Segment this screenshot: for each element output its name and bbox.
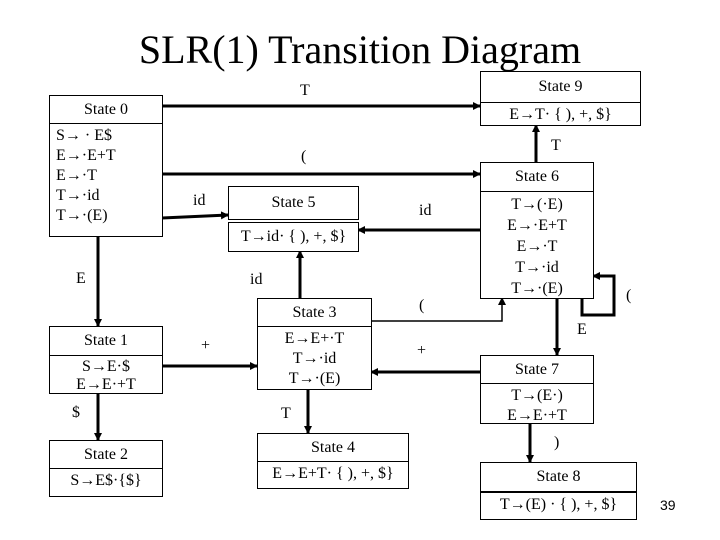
edge-label-s6-s9: T xyxy=(551,137,561,154)
state-item: T→·(E) xyxy=(288,370,341,387)
state-8: State 8 T→(E) · { ), +, $} xyxy=(480,462,637,520)
state-item: T→·id xyxy=(292,350,337,367)
state-4-header: State 4 xyxy=(258,434,408,462)
state-item: S→ · E$ xyxy=(56,127,112,144)
state-6-header: State 6 xyxy=(481,163,593,192)
state-item: E→T· { ), +, $} xyxy=(509,106,612,123)
state-5-items: T→id· { ), +, $} xyxy=(228,222,359,252)
state-3: State 3 E→E+·T T→·id T→·(E) xyxy=(257,298,372,390)
state-item: T→·id xyxy=(56,187,100,204)
state-0-header: State 0 xyxy=(50,96,162,124)
state-item: E→E·+T xyxy=(507,407,567,424)
edge-label-s0-s5: id xyxy=(193,192,206,209)
state-1-header: State 1 xyxy=(50,327,162,356)
state-item: T→·(E) xyxy=(511,280,563,297)
state-2: State 2 S→E$·{$} xyxy=(49,440,163,497)
edge-label-s3-s6: ( xyxy=(419,297,425,314)
state-0: State 0 S→ · E$ E→·E+T E→·T T→·id T→·(E) xyxy=(49,95,163,237)
page-number: 39 xyxy=(660,497,676,513)
edge-label-s0-s1: E xyxy=(76,270,86,287)
edge-label-s7-s8: ) xyxy=(554,434,560,451)
edge-label-s6-self: ( xyxy=(626,287,632,304)
state-item: E→·T xyxy=(516,238,558,255)
edge-s0-s5 xyxy=(161,211,229,220)
state-item: E→·E+T xyxy=(56,147,116,164)
state-8-header: State 8 xyxy=(481,463,636,493)
state-1-items: S→E·$ E→E·+T xyxy=(50,356,162,394)
edge-label-s6-s5: id xyxy=(419,202,432,219)
state-item: E→E+T· { ), +, $} xyxy=(272,465,394,482)
state-4-items: E→E+T· { ), +, $} xyxy=(258,462,408,484)
edge-s3-s6 xyxy=(371,297,506,322)
state-item: E→E·+T xyxy=(76,376,136,393)
edge-label-s0-s9: T xyxy=(300,82,310,99)
state-1: State 1 S→E·$ E→E·+T xyxy=(49,326,163,394)
state-item: E→E+·T xyxy=(284,330,345,347)
state-7-items: T→(E·) E→E·+T xyxy=(481,384,593,426)
state-item: T→id· { ), +, $} xyxy=(240,228,347,245)
state-4: State 4 E→E+T· { ), +, $} xyxy=(257,433,409,489)
edge-label-s6-s7: E xyxy=(577,321,587,338)
state-8-items: T→(E) · { ), +, $} xyxy=(481,493,636,515)
state-0-items: S→ · E$ E→·E+T E→·T T→·id T→·(E) xyxy=(50,124,162,226)
state-3-header: State 3 xyxy=(258,299,371,327)
edge-label-s1-s3: + xyxy=(201,337,211,354)
state-item: T→·(E) xyxy=(56,207,108,224)
state-7: State 7 T→(E·) E→E·+T xyxy=(480,355,594,424)
state-9-header: State 9 xyxy=(481,72,640,103)
edge-label-s1-s2: $ xyxy=(72,404,80,421)
state-item: T→(·E) xyxy=(511,196,563,213)
state-7-header: State 7 xyxy=(481,356,593,384)
state-item: E→·E+T xyxy=(507,217,567,234)
state-5-header: State 5 xyxy=(228,186,359,220)
state-5-title: State 5 xyxy=(271,194,316,211)
state-item: S→E·$ xyxy=(82,358,130,375)
state-item: E→·T xyxy=(56,167,97,184)
state-item: S→E$·{$} xyxy=(70,472,142,489)
state-2-header: State 2 xyxy=(50,441,162,469)
state-item: T→(E) · { ), +, $} xyxy=(499,496,618,513)
state-6: State 6 T→(·E) E→·E+T E→·T T→·id T→·(E) xyxy=(480,162,594,299)
state-item: T→·id xyxy=(515,259,559,276)
state-9-items: E→T· { ), +, $} xyxy=(481,103,640,125)
edge-label-s7-s3: + xyxy=(417,342,427,359)
page-title: SLR(1) Transition Diagram xyxy=(138,27,582,72)
edge-label-s3-s5: id xyxy=(250,271,263,288)
state-item: T→(E·) xyxy=(511,387,563,404)
state-9: State 9 E→T· { ), +, $} xyxy=(480,71,641,126)
state-3-items: E→E+·T T→·id T→·(E) xyxy=(258,327,371,389)
edge-label-s3-s4: T xyxy=(281,405,291,422)
state-2-items: S→E$·{$} xyxy=(50,469,162,491)
edge-label-s0-s6: ( xyxy=(301,148,307,165)
state-6-items: T→(·E) E→·E+T E→·T T→·id T→·(E) xyxy=(481,192,593,299)
